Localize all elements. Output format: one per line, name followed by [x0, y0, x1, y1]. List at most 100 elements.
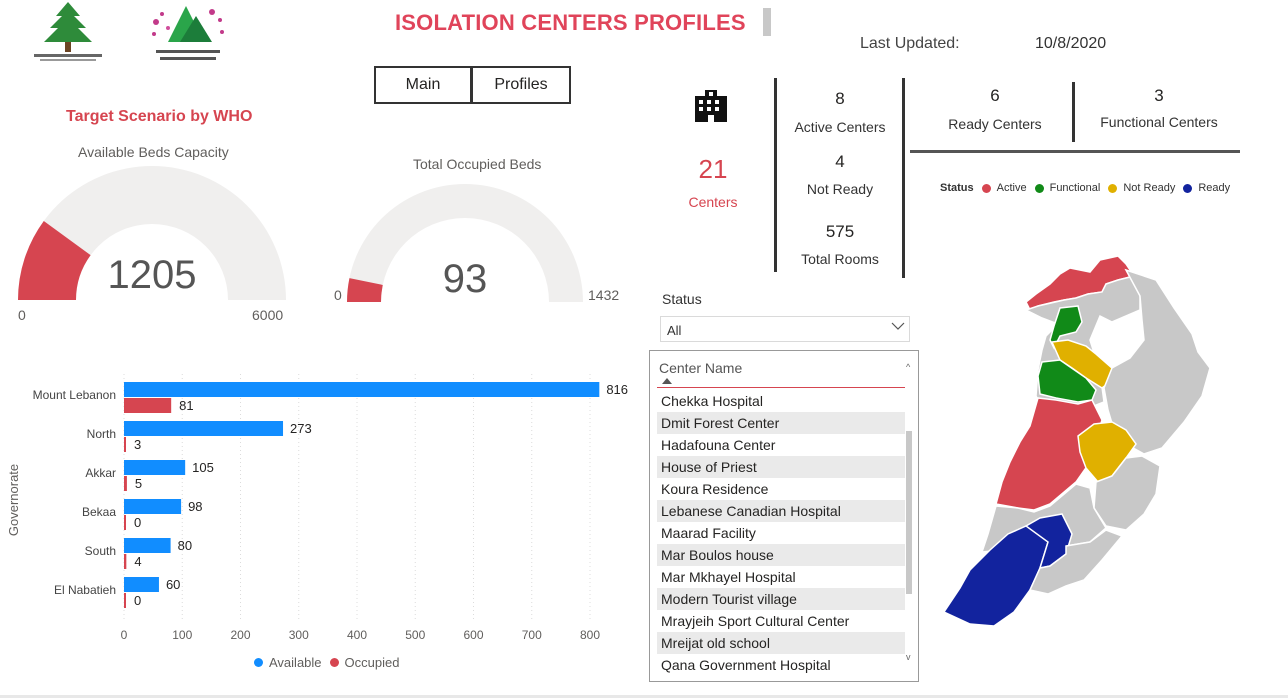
center-list-item[interactable]: Mar Boulos house — [657, 544, 905, 566]
data-label-available: 105 — [192, 460, 214, 475]
center-name-column-header[interactable]: Center Name — [659, 360, 742, 376]
legend-available-label: Available — [269, 655, 322, 670]
category-label: Mount Lebanon — [33, 388, 116, 402]
x-tick-label: 600 — [463, 628, 483, 642]
status-legend-title: Status — [940, 182, 974, 194]
bar-chart-legend: Available Occupied — [254, 655, 399, 670]
kpi-divider — [1072, 82, 1075, 142]
center-list-item[interactable]: Maarad Facility — [657, 522, 905, 544]
bar-available[interactable] — [124, 382, 600, 397]
kpi-divider — [774, 78, 777, 272]
x-tick-label: 0 — [121, 628, 128, 642]
bar-occupied[interactable] — [124, 476, 127, 491]
last-updated-label: Last Updated: — [860, 35, 960, 52]
center-list-item[interactable]: Mar Mkhayel Hospital — [657, 566, 905, 588]
data-label-available: 273 — [290, 421, 312, 436]
center-list-item[interactable]: Dmit Forest Center — [657, 412, 905, 434]
bar-occupied[interactable] — [124, 554, 127, 569]
data-label-occupied: 4 — [134, 554, 141, 569]
center-name-list: Center Name Chekka Hospital Dmit Forest C… — [649, 350, 919, 682]
center-list-item[interactable]: Mrayjeih Sport Cultural Center — [657, 610, 905, 632]
legend-ready-label: Ready — [1198, 182, 1231, 194]
data-label-occupied: 0 — [134, 515, 141, 530]
bar-available[interactable] — [124, 577, 159, 592]
x-tick-label: 700 — [522, 628, 542, 642]
bar-occupied[interactable] — [124, 593, 126, 608]
kpi-ready-label: Ready Centers — [948, 116, 1042, 132]
occupied-beds-min: 0 — [334, 287, 342, 303]
bar-occupied[interactable] — [124, 515, 126, 530]
legend-active-dot — [981, 183, 991, 193]
status-dropdown[interactable]: All — [660, 316, 910, 342]
legend-functional-label: Functional — [1049, 182, 1101, 194]
data-label-occupied: 81 — [179, 398, 193, 413]
occupied-beds-value: 93 — [442, 257, 488, 301]
center-list-item[interactable]: Qana Government Hospital — [657, 654, 905, 676]
bar-available[interactable] — [124, 499, 182, 514]
kpi-functional-label: Functional Centers — [1100, 114, 1218, 130]
scroll-up-icon[interactable]: ^ — [906, 362, 910, 372]
scroll-down-icon[interactable]: v — [906, 652, 911, 662]
kpi-active-label: Active Centers — [794, 119, 886, 135]
kpi-centers-label: Centers — [688, 194, 738, 210]
bar-occupied[interactable] — [124, 398, 172, 413]
lebanon-status-map[interactable] — [930, 250, 1230, 635]
legend-occupied-label: Occupied — [344, 655, 400, 670]
bar-available[interactable] — [124, 460, 186, 475]
governorate-beds-chart: 0 100 200 300 400 500 600 700 800Mount Lebanon 81… — [6, 374, 628, 642]
category-label: South — [85, 544, 116, 558]
chevron-down-icon[interactable] — [891, 321, 905, 331]
title-marker — [763, 8, 771, 36]
category-label: Bekaa — [82, 505, 116, 519]
kpi-active-value: 8 — [835, 89, 845, 108]
bar-occupied[interactable] — [124, 437, 126, 452]
category-label: North — [87, 427, 116, 441]
data-label-occupied: 0 — [134, 593, 141, 608]
x-tick-label: 800 — [580, 628, 600, 642]
scrollbar-thumb[interactable] — [906, 431, 912, 594]
occupied-beds-max: 1432 — [588, 287, 620, 303]
bar-available[interactable] — [124, 421, 284, 436]
center-rows: Chekka Hospital Dmit Forest Center Hadafou… — [657, 390, 905, 676]
legend-not-ready-label: Not Ready — [1123, 182, 1176, 194]
legend-ready-dot — [1183, 183, 1193, 193]
x-tick-label: 200 — [230, 628, 250, 642]
center-list-item[interactable]: Modern Tourist village — [657, 588, 905, 610]
y-axis-label: Governorate — [6, 464, 21, 536]
center-list-item[interactable]: House of Priest — [657, 456, 905, 478]
data-label-available: 60 — [166, 577, 180, 592]
legend-active-label: Active — [996, 182, 1027, 194]
x-tick-label: 300 — [289, 628, 309, 642]
legend-functional-dot — [1034, 183, 1044, 193]
x-tick-label: 500 — [405, 628, 425, 642]
center-list-item[interactable]: Chekka Hospital — [657, 390, 905, 412]
available-beds-value: 1205 — [107, 253, 197, 297]
bar-available[interactable] — [124, 538, 171, 553]
center-list-item[interactable]: Koura Residence — [657, 478, 905, 500]
x-tick-label: 400 — [347, 628, 367, 642]
status-slicer-label: Status — [662, 291, 702, 307]
center-list-item[interactable]: Hadafouna Center — [657, 434, 905, 456]
kpi-horizontal-divider — [910, 150, 1240, 153]
building-icon — [695, 90, 727, 122]
kpi-divider — [902, 78, 905, 278]
header-underline — [657, 387, 905, 388]
available-beds-max: 6000 — [252, 307, 284, 323]
kpi-not-ready-value: 4 — [835, 152, 845, 171]
kpi-not-ready-label: Not Ready — [806, 181, 874, 197]
sort-ascending-icon[interactable] — [662, 378, 672, 384]
legend-available-dot — [254, 658, 263, 667]
category-label: Akkar — [85, 466, 116, 480]
center-list-item[interactable]: Mreijat old school — [657, 632, 905, 654]
data-label-available: 816 — [606, 382, 628, 397]
data-label-occupied: 5 — [135, 476, 142, 491]
kpi-rooms-label: Total Rooms — [801, 251, 879, 267]
x-tick-label: 100 — [172, 628, 192, 642]
data-label-available: 80 — [178, 538, 192, 553]
center-list-item[interactable]: Lebanese Canadian Hospital — [657, 500, 905, 522]
status-legend: Status Active Functional Not Ready Ready — [940, 182, 1230, 194]
legend-occupied-dot — [329, 658, 339, 667]
last-updated-value: 10/8/2020 — [1035, 35, 1107, 52]
category-label: El Nabatieh — [54, 583, 116, 597]
data-label-available: 98 — [188, 499, 202, 514]
